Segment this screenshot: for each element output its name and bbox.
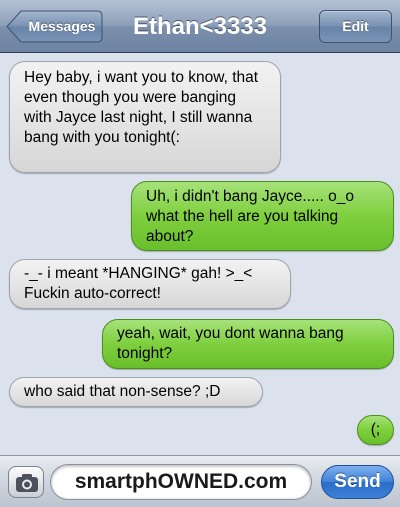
- message-bubble-outgoing: (;: [357, 415, 394, 445]
- back-button-label: Messages: [28, 18, 96, 34]
- camera-button[interactable]: [8, 466, 44, 498]
- send-button[interactable]: Send: [321, 465, 394, 499]
- message-bubble-outgoing: yeah, wait, you dont wanna bang tonight?: [102, 319, 394, 369]
- edit-button[interactable]: Edit: [319, 10, 392, 43]
- message-thread[interactable]: Hey baby, i want you to know, that even …: [0, 53, 400, 455]
- message-bubble-incoming: Hey baby, i want you to know, that even …: [9, 61, 281, 173]
- message-bubble-outgoing: Uh, i didn't bang Jayce..... o_o what th…: [131, 181, 394, 251]
- camera-icon: [16, 474, 38, 492]
- message-bubble-incoming: -_- i meant *HANGING* gah! >_< Fuckin au…: [9, 259, 291, 309]
- navigation-bar: Messages Ethan<3333 Edit: [0, 0, 400, 53]
- message-input[interactable]: smartphOWNED.com: [50, 464, 312, 500]
- back-button[interactable]: Messages: [6, 10, 103, 43]
- conversation-title: Ethan<3333: [132, 13, 268, 40]
- message-bubble-incoming: who said that non-sense? ;D: [9, 377, 263, 407]
- compose-bar: smartphOWNED.com Send: [0, 455, 400, 507]
